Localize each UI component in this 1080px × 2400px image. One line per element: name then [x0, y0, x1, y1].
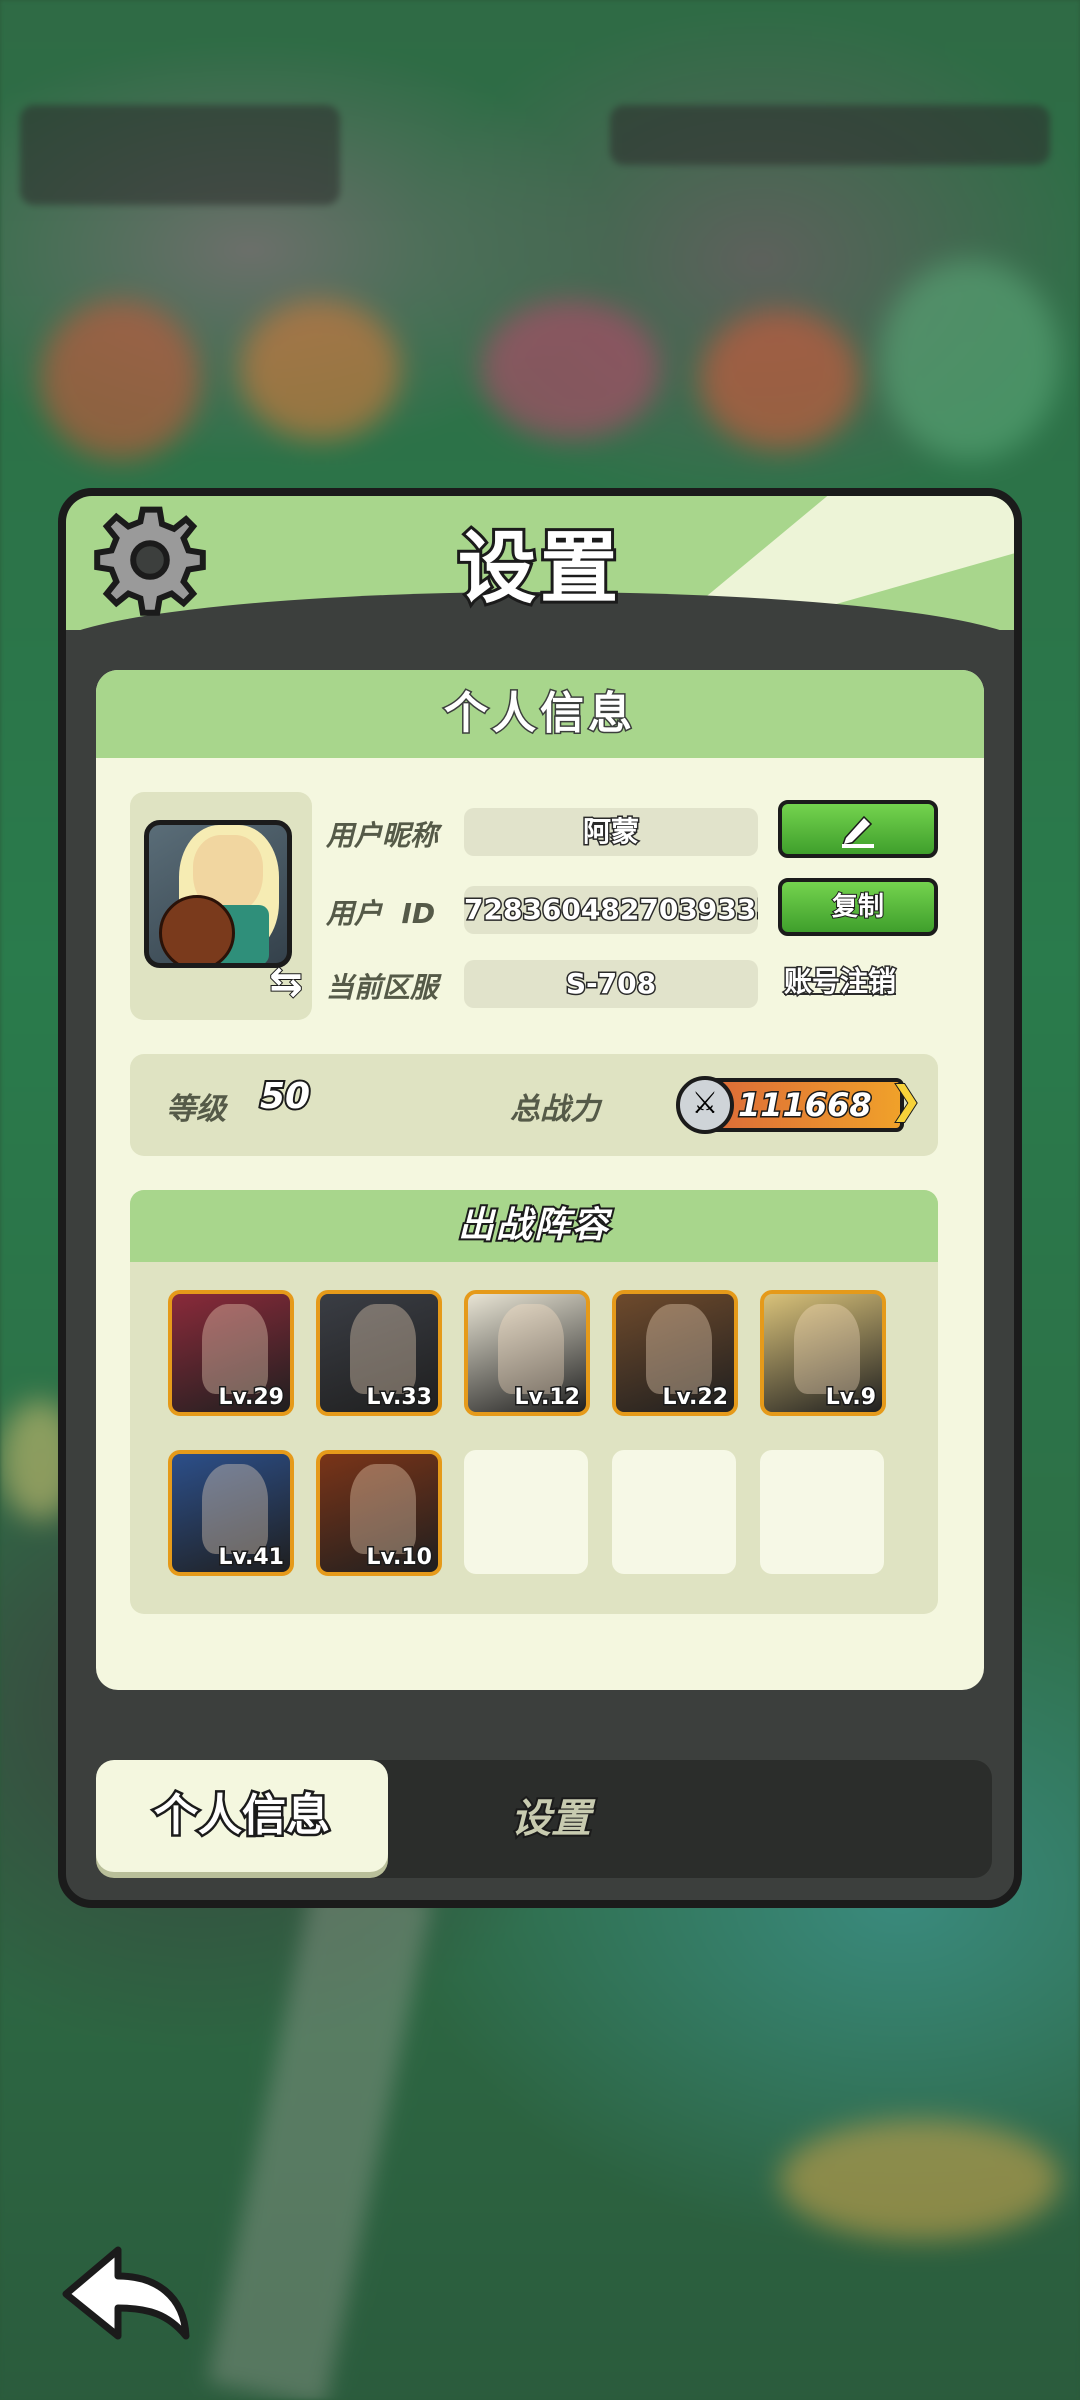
panel-title: 设置	[455, 521, 622, 617]
nickname-value: 阿蒙	[464, 808, 758, 856]
server-label: 当前区服	[326, 971, 439, 1004]
tab-settings[interactable]: 设置	[426, 1760, 676, 1878]
level-value: 50	[258, 1074, 312, 1119]
settings-panel: 设置 个人信息 ⇆ 用户昵称 阿蒙 用户 ID 7283604827039335…	[58, 488, 1022, 1908]
profile-card: 个人信息 ⇆ 用户昵称 阿蒙 用户 ID 72836048270393358 复…	[96, 670, 984, 1690]
copy-id-button[interactable]: 复制	[778, 878, 938, 936]
hero-level: Lv.29	[217, 1384, 286, 1412]
hero-portrait	[350, 1464, 416, 1554]
hero-portrait	[202, 1304, 268, 1394]
lineup-title: 出战阵容	[130, 1190, 938, 1262]
tab-profile[interactable]: 个人信息	[96, 1760, 388, 1872]
sword-icon: ⚔	[676, 1076, 734, 1134]
hero-level: Lv.10	[365, 1544, 434, 1572]
power-value: 111668	[737, 1085, 874, 1126]
hero-slot[interactable]: Lv.33	[316, 1290, 442, 1416]
flame-icon: ❯	[889, 1077, 923, 1123]
hero-slot[interactable]: Lv.12	[464, 1290, 590, 1416]
hero-portrait	[794, 1304, 860, 1394]
back-arrow-icon[interactable]	[56, 2236, 196, 2346]
hero-portrait	[498, 1304, 564, 1394]
swap-avatar-icon[interactable]: ⇆	[264, 959, 308, 1005]
hero-portrait	[202, 1464, 268, 1554]
power-badge: ⚔ 111668 ❯	[676, 1076, 923, 1134]
stats-bar: 等级 50 总战力 ⚔ 111668 ❯	[130, 1054, 938, 1156]
hero-slot[interactable]: Lv.29	[168, 1290, 294, 1416]
level-label: 等级	[166, 1092, 226, 1127]
hero-slot[interactable]: Lv.10	[316, 1450, 442, 1576]
hero-level: Lv.9	[824, 1384, 877, 1412]
power-label: 总战力	[510, 1092, 600, 1127]
avatar[interactable]	[144, 820, 292, 968]
edit-nickname-button[interactable]	[778, 800, 938, 858]
avatar-container: ⇆	[130, 792, 312, 1020]
nickname-label: 用户昵称	[326, 819, 439, 852]
hero-slot[interactable]: Lv.41	[168, 1450, 294, 1576]
hero-level: Lv.41	[217, 1544, 286, 1572]
hero-level: Lv.33	[365, 1384, 434, 1412]
pencil-icon	[841, 815, 874, 848]
tab-bar: 个人信息 设置	[96, 1760, 992, 1878]
server-value: S-708	[464, 960, 758, 1008]
empty-hero-slot[interactable]	[612, 1450, 736, 1574]
hero-level: Lv.22	[661, 1384, 730, 1412]
empty-hero-slot[interactable]	[464, 1450, 588, 1574]
lineup-panel: 出战阵容 Lv.29 Lv.33 Lv.12 Lv.22 Lv.9 Lv.41 Lv.10	[130, 1190, 938, 1614]
profile-section-title: 个人信息	[96, 670, 984, 758]
delete-account-link[interactable]: 账号注销	[782, 960, 897, 1000]
hero-slot[interactable]: Lv.9	[760, 1290, 886, 1416]
user-id-value: 72836048270393358	[464, 886, 758, 934]
hero-portrait	[350, 1304, 416, 1394]
empty-hero-slot[interactable]	[760, 1450, 884, 1574]
hero-slot[interactable]: Lv.22	[612, 1290, 738, 1416]
hero-level: Lv.12	[513, 1384, 582, 1412]
user-id-label: 用户 ID	[326, 897, 436, 930]
hero-portrait	[646, 1304, 712, 1394]
